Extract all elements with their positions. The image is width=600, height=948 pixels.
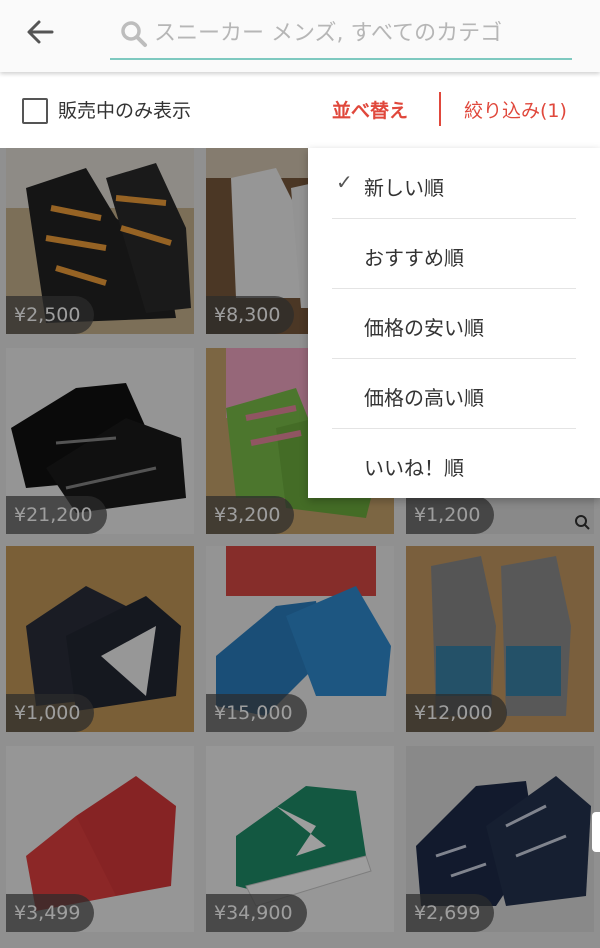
sort-option-label: おすすめ順 [364,246,464,270]
sort-option-likes[interactable]: いいね！順 [332,428,576,498]
sort-option-label: 価格の高い順 [364,386,484,410]
onsale-checkbox[interactable] [22,98,48,124]
sort-menu: ✓ 新しい順 おすすめ順 価格の安い順 価格の高い順 いいね！順 [308,148,600,498]
sort-option-price-high[interactable]: 価格の高い順 [332,358,576,429]
scrollbar[interactable] [592,812,600,852]
sort-option-price-low[interactable]: 価格の安い順 [332,288,576,359]
top-bar [0,0,600,72]
back-button[interactable] [22,14,62,50]
search-icon [121,21,147,47]
search-field[interactable] [110,10,572,60]
search-input[interactable] [154,14,564,52]
sort-button[interactable]: 並べ替え [332,96,408,123]
sort-option-label: 新しい順 [364,176,444,200]
onsale-label[interactable]: 販売中のみ表示 [58,96,191,123]
sort-option-newest[interactable]: ✓ 新しい順 [332,148,576,219]
arrow-left-icon [27,20,54,44]
sort-option-label: 価格の安い順 [364,316,484,340]
check-icon: ✓ [336,170,353,194]
filter-button[interactable]: 絞り込み(1) [464,96,567,123]
divider [439,92,441,126]
filter-bar: 販売中のみ表示 並べ替え 絞り込み(1) [0,72,600,148]
sort-option-label: いいね！順 [364,456,464,480]
sort-option-recommended[interactable]: おすすめ順 [332,218,576,289]
